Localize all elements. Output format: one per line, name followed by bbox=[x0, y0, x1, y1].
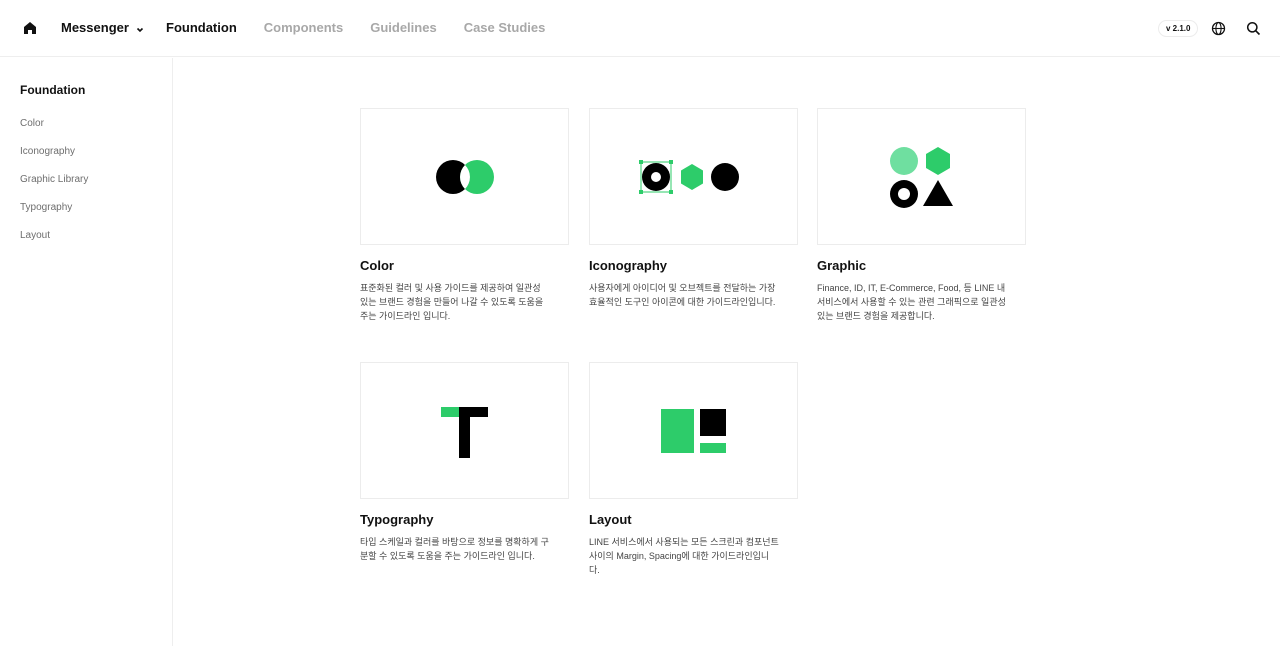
sidebar-title: Foundation bbox=[20, 83, 86, 97]
graphic-thumbnail bbox=[817, 108, 1026, 245]
product-name: Messenger bbox=[61, 20, 129, 35]
chevron-down-icon bbox=[135, 23, 145, 33]
sidebar-item-graphic-library[interactable]: Graphic Library bbox=[20, 174, 88, 202]
top-header: Messenger Foundation Components Guidelin… bbox=[0, 0, 1280, 57]
version-badge: v 2.1.0 bbox=[1158, 20, 1199, 37]
nav-foundation[interactable]: Foundation bbox=[166, 20, 237, 35]
card-title: Graphic bbox=[817, 258, 867, 273]
globe-icon[interactable] bbox=[1211, 21, 1226, 36]
nav-case-studies[interactable]: Case Studies bbox=[464, 20, 546, 35]
layout-thumbnail bbox=[589, 362, 798, 499]
sidebar-item-color[interactable]: Color bbox=[20, 118, 88, 146]
card-description: Finance, ID, IT, E-Commerce, Food, 등 LIN… bbox=[817, 283, 1006, 321]
sidebar-item-typography[interactable]: Typography bbox=[20, 202, 88, 230]
home-icon[interactable] bbox=[22, 20, 38, 36]
card-description: 사용자에게 아이디어 및 오브젝트를 전달하는 가장 효율적인 도구인 아이콘에… bbox=[589, 283, 776, 307]
sidebar-item-iconography[interactable]: Iconography bbox=[20, 146, 88, 174]
card-description: LINE 서비스에서 사용되는 모든 스크린과 컴포넌트 사이의 Margin,… bbox=[589, 537, 779, 575]
card-typography[interactable]: Typography 타입 스케일과 컬러를 바탕으로 정보를 명확하게 구분할… bbox=[360, 362, 569, 563]
main-nav: Foundation Components Guidelines Case St… bbox=[166, 20, 545, 35]
sidebar: Foundation Color Iconography Graphic Lib… bbox=[0, 58, 173, 646]
card-title: Color bbox=[360, 258, 394, 273]
card-color[interactable]: Color 표준화된 컬러 및 사용 가이드를 제공하여 일관성 있는 브랜드 … bbox=[360, 108, 569, 323]
card-layout[interactable]: Layout LINE 서비스에서 사용되는 모든 스크린과 컴포넌트 사이의 … bbox=[589, 362, 798, 577]
card-title: Layout bbox=[589, 512, 632, 527]
color-thumbnail bbox=[360, 108, 569, 245]
card-title: Iconography bbox=[589, 258, 668, 273]
sidebar-item-layout[interactable]: Layout bbox=[20, 230, 88, 258]
sidebar-list: Color Iconography Graphic Library Typogr… bbox=[20, 118, 88, 258]
iconography-thumbnail bbox=[589, 108, 798, 245]
card-graphic[interactable]: Graphic Finance, ID, IT, E-Commerce, Foo… bbox=[817, 108, 1026, 323]
card-description: 표준화된 컬러 및 사용 가이드를 제공하여 일관성 있는 브랜드 경험을 만들… bbox=[360, 283, 544, 321]
nav-guidelines[interactable]: Guidelines bbox=[370, 20, 436, 35]
nav-components[interactable]: Components bbox=[264, 20, 343, 35]
card-description: 타입 스케일과 컬러를 바탕으로 정보를 명확하게 구분할 수 있도록 도움을 … bbox=[360, 537, 549, 561]
typography-thumbnail bbox=[360, 362, 569, 499]
card-title: Typography bbox=[360, 512, 434, 527]
search-icon[interactable] bbox=[1246, 21, 1261, 36]
card-iconography[interactable]: Iconography 사용자에게 아이디어 및 오브젝트를 전달하는 가장 효… bbox=[589, 108, 798, 309]
product-selector[interactable]: Messenger bbox=[61, 20, 145, 35]
